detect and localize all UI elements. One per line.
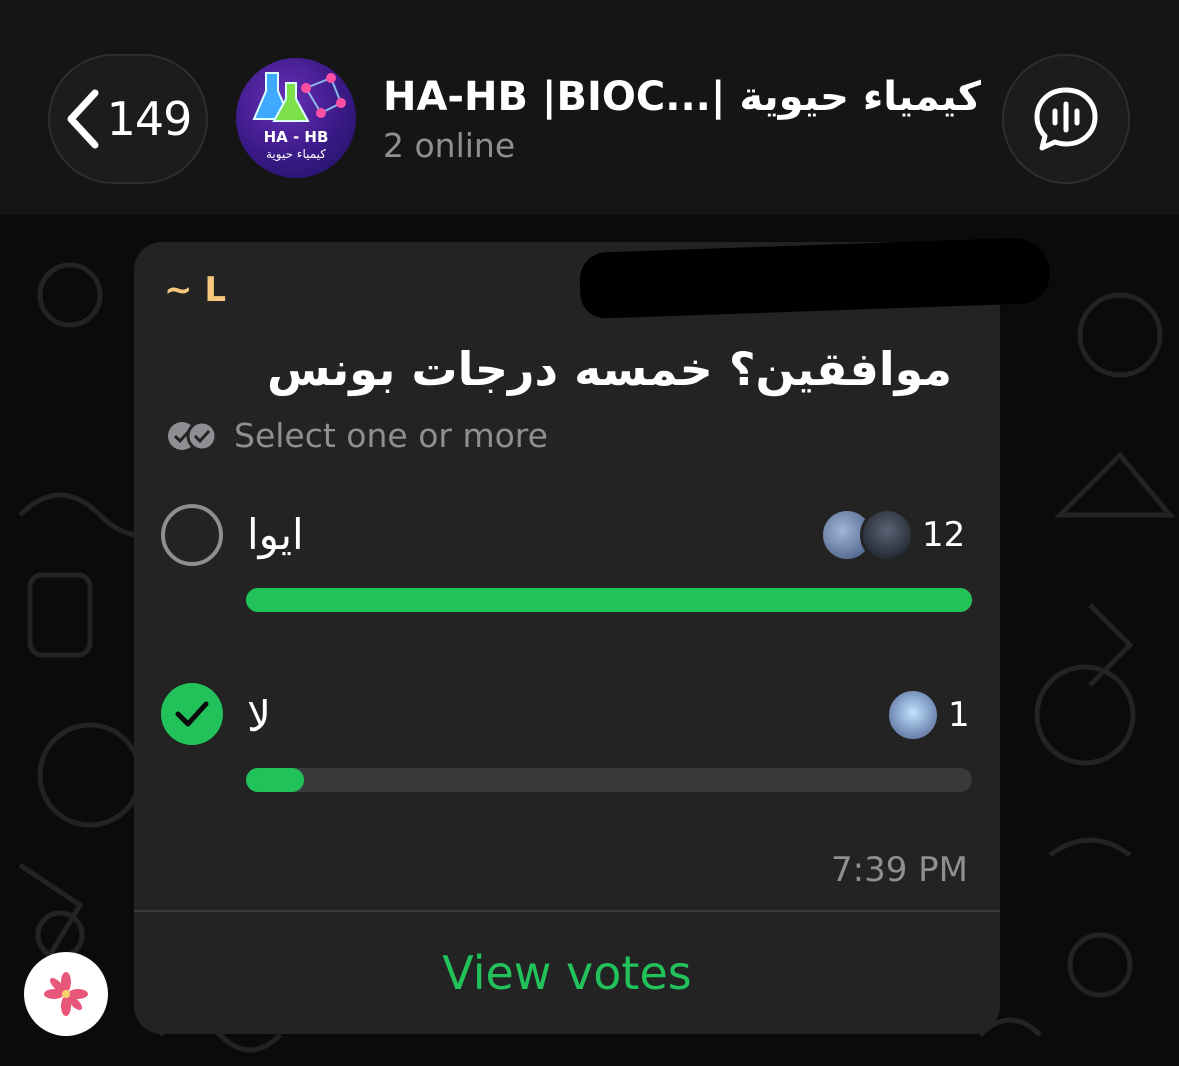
poll-option-1-label[interactable]: ايوا — [247, 510, 304, 559]
poll-question: موافقين؟ خمسه درجات بونس — [266, 342, 952, 396]
group-avatar[interactable]: HA - HB كيمياء حيوية — [236, 58, 356, 178]
poll-option-2-label[interactable]: لا — [247, 692, 271, 741]
double-check-icon — [168, 420, 218, 451]
poll-option-1-bar-fill — [246, 588, 972, 612]
checkmark-icon — [175, 701, 209, 727]
chat-title[interactable]: HA-HB |BIOC...| كيمياء حيوية — [383, 74, 981, 120]
poll-option-2-bar — [246, 768, 972, 792]
voice-chat-button[interactable] — [1002, 54, 1130, 184]
poll-option-1-radio[interactable] — [161, 504, 223, 566]
sender-avatar[interactable] — [24, 952, 108, 1036]
poll-option-2-radio[interactable] — [161, 683, 223, 745]
poll-option-2-voters[interactable]: 1 — [886, 688, 970, 742]
poll-option-1-count: 12 — [922, 515, 966, 555]
poll-hint: Select one or more — [166, 416, 548, 455]
chat-header: 149 HA - HB كيمياء حيوية HA-HB |BIOC...|… — [0, 0, 1179, 215]
voter-avatar — [886, 688, 940, 742]
avatar-label-latin: HA - HB — [263, 128, 329, 146]
view-votes-button[interactable]: View votes — [134, 912, 1000, 1034]
poll-option-2-count: 1 — [948, 695, 970, 735]
message-time: 7:39 PM — [831, 850, 968, 890]
sender-name[interactable]: ~ L — [164, 270, 226, 310]
voice-chat-icon — [1034, 87, 1098, 151]
voter-avatar — [860, 508, 914, 562]
back-button[interactable]: 149 — [48, 54, 208, 184]
poll-hint-text: Select one or more — [234, 416, 548, 455]
online-status: 2 online — [383, 126, 516, 165]
poll-option-2-bar-fill — [246, 768, 305, 792]
unread-count: 149 — [106, 92, 193, 146]
poll-option-1-voters[interactable]: 12 — [820, 508, 965, 562]
flower-icon — [44, 972, 88, 1016]
poll-option-1-bar — [246, 588, 972, 612]
poll-message-bubble: ~ L موافقين؟ خمسه درجات بونس Select one … — [134, 242, 1000, 1034]
chevron-left-icon — [67, 89, 99, 149]
avatar-label-arabic: كيمياء حيوية — [265, 147, 327, 161]
